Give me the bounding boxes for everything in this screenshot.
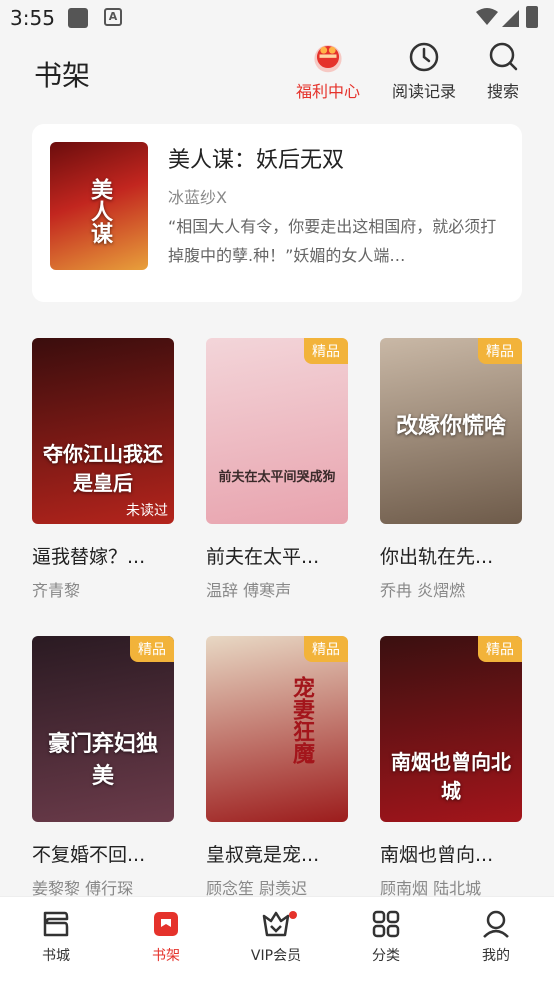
status-time: 3:55: [10, 6, 55, 30]
book-item[interactable]: 精品 南烟也曾向北城 南烟也曾向... 顾南烟 陆北城: [380, 636, 522, 899]
page-title: 书架: [34, 59, 91, 92]
search-icon: [489, 42, 518, 71]
premium-badge: 精品: [478, 338, 522, 364]
tab-label: 我的: [482, 948, 510, 964]
featured-book-cover: 美人谋: [50, 142, 148, 270]
book-cover-text: 豪门弃妇独美: [47, 731, 158, 789]
clock-icon: [409, 42, 439, 72]
book-item[interactable]: 精品 宠妻狂魔 皇叔竟是宠... 顾念笙 尉羡迟: [206, 636, 348, 899]
book-author: 温辞 傅寒声: [206, 581, 292, 600]
status-bar: 3:55 A: [0, 0, 554, 36]
featured-book-title: 美人谋：妖后无双: [168, 148, 345, 173]
book-title: 不复婚不回...: [32, 844, 146, 866]
book-item[interactable]: 夺你江山我还是皇后 未读过 逼我替嫁？... 齐青黎: [32, 338, 174, 601]
welfare-gift-icon: [314, 45, 342, 73]
book-cover: 精品 宠妻狂魔: [206, 636, 348, 822]
book-author: 齐青黎: [32, 581, 81, 600]
book-item[interactable]: 精品 前夫在太平间哭成狗 前夫在太平... 温辞 傅寒声: [206, 338, 348, 601]
tab-bookshelf[interactable]: 书架: [111, 907, 221, 965]
book-title: 逼我替嫁？...: [32, 546, 146, 568]
cellular-icon: [502, 10, 519, 27]
book-cover-text: 改嫁你慌啥: [395, 413, 506, 439]
premium-badge: 精品: [478, 636, 522, 662]
tab-bookstore[interactable]: 书城: [1, 907, 111, 965]
vip-crown-icon: [262, 911, 290, 937]
book-author: 乔冉 炎熠燃: [380, 581, 466, 600]
book-title: 皇叔竟是宠...: [206, 844, 320, 866]
unread-label: 未读过: [126, 503, 168, 519]
tab-label: 书架: [152, 948, 180, 964]
book-cover: 夺你江山我还是皇后 未读过: [32, 338, 174, 524]
book-cover-text: 夺你江山我还是皇后: [43, 442, 163, 495]
premium-badge: 精品: [304, 636, 348, 662]
book-item[interactable]: 精品 豪门弃妇独美 不复婚不回... 姜黎黎 傅行琛: [32, 636, 174, 899]
bookshelf-icon: [154, 912, 178, 936]
book-cover: 精品 南烟也曾向北城: [380, 636, 522, 822]
search-label: 搜索: [486, 82, 519, 101]
book-title: 南烟也曾向...: [380, 844, 494, 866]
featured-book-description: “相国大人有令，你要走出这相国府，就必须打掉腹中的孽.种！”妖媚的女人端…: [168, 217, 497, 265]
notification-dot: [289, 911, 297, 919]
welfare-center-button[interactable]: 福利中心: [290, 40, 366, 102]
premium-badge: 精品: [130, 636, 174, 662]
premium-badge: 精品: [304, 338, 348, 364]
tab-label: VIP会员: [250, 948, 302, 964]
book-cover-text: 南烟也曾向北城: [391, 750, 511, 803]
bookstore-icon: [43, 911, 69, 937]
book-title: 你出轨在先...: [380, 546, 494, 568]
tab-vip[interactable]: VIP会员: [221, 907, 331, 965]
book-item[interactable]: 精品 改嫁你慌啥 你出轨在先... 乔冉 炎熠燃: [380, 338, 522, 601]
notification-a-icon: A: [104, 8, 122, 26]
featured-cover-text: 美人谋: [87, 178, 113, 244]
tab-profile[interactable]: 我的: [441, 907, 551, 965]
profile-icon: [483, 910, 509, 938]
book-cover-text: 宠妻狂魔: [289, 676, 315, 764]
tab-label: 书城: [42, 948, 70, 964]
welfare-center-label: 福利中心: [295, 82, 360, 101]
book-cover: 精品 豪门弃妇独美: [32, 636, 174, 822]
featured-book-card[interactable]: 美人谋 美人谋：妖后无双 冰蓝纱X “相国大人有令，你要走出这相国府，就必须打掉…: [32, 124, 522, 302]
search-button[interactable]: 搜索: [478, 40, 528, 102]
reading-history-label: 阅读记录: [391, 82, 456, 101]
header: 书架 福利中心 阅读记录 搜索: [0, 36, 554, 112]
wifi-icon: [476, 8, 498, 25]
book-title: 前夫在太平...: [206, 546, 320, 568]
book-cover-text: 前夫在太平间哭成狗: [218, 470, 336, 485]
tab-label: 分类: [372, 948, 400, 964]
battery-icon: [526, 6, 538, 28]
book-cover: 精品 前夫在太平间哭成狗: [206, 338, 348, 524]
tab-category[interactable]: 分类: [331, 907, 441, 965]
bottom-tab-bar: 书城 书架 VIP会员 分类 我的: [0, 896, 554, 985]
reading-history-button[interactable]: 阅读记录: [386, 40, 462, 102]
featured-book-author: 冰蓝纱X: [168, 188, 227, 207]
book-cover: 精品 改嫁你慌啥: [380, 338, 522, 524]
notification-square-icon: [68, 8, 88, 28]
grid-icon: [372, 910, 400, 938]
